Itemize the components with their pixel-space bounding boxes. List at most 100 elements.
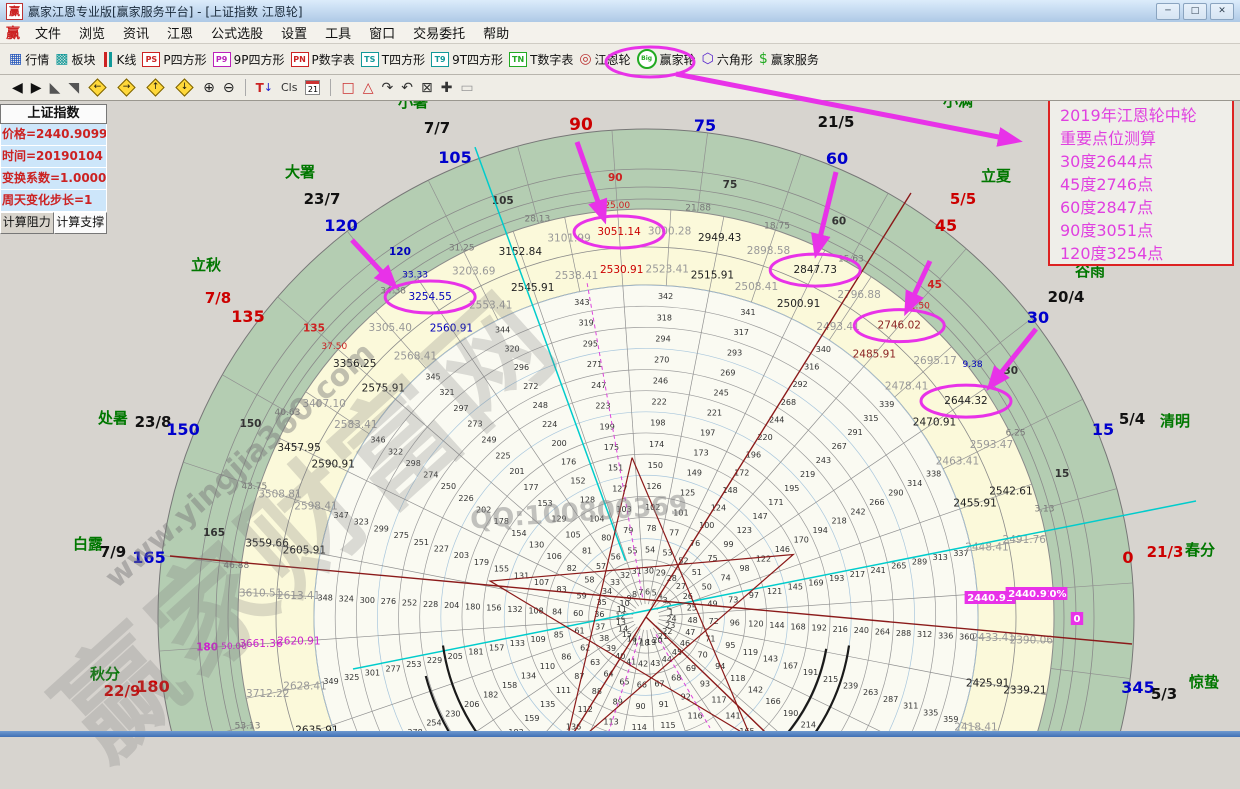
toolbar-winner-wheel-button[interactable]: Big赢家轮	[637, 47, 696, 71]
tool-rotate-cw-button[interactable]: ↷	[381, 78, 393, 98]
toolbar-9t-square-button[interactable]: T99T四方形	[431, 47, 503, 71]
spiral-number: 78	[646, 524, 656, 533]
toolbar-t-number-table-button[interactable]: TNT数字表	[509, 47, 573, 71]
menu-item-1[interactable]: 浏览	[70, 27, 114, 42]
shift-down-arrow: ↓	[179, 82, 190, 93]
spiral-number: 267	[832, 442, 847, 451]
spiral-number: 221	[707, 408, 722, 417]
minimize-button[interactable]: ─	[1156, 3, 1180, 20]
menu-item-4[interactable]: 公式选股	[202, 27, 272, 42]
degree-value: 120	[389, 246, 411, 258]
menu-item-2[interactable]: 资讯	[114, 27, 158, 42]
toolbar-winner-service-button[interactable]: $赢家服务	[759, 47, 819, 71]
tool-square-tool-button[interactable]: □	[341, 78, 354, 98]
spiral-number: 339	[879, 400, 894, 409]
spiral-number: 99	[723, 540, 733, 549]
price-inner-value: 2620.91	[277, 635, 320, 647]
spiral-number: 174	[649, 440, 664, 449]
winner-service-icon: $	[759, 51, 768, 67]
menu-item-0[interactable]: 文件	[26, 27, 70, 42]
spiral-number: 196	[746, 451, 761, 460]
sectors-label: 板块	[71, 51, 95, 68]
spiral-number: 58	[584, 576, 594, 585]
tool-shift-left-button[interactable]: ←	[87, 78, 108, 98]
price-outer-value: 3712.22	[246, 688, 289, 700]
toolbar-kline-button[interactable]: K线	[102, 47, 137, 71]
tool-shift-down-button[interactable]: ↓	[174, 78, 195, 98]
tool-shift-up-button[interactable]: ↑	[145, 78, 166, 98]
price-inner-value: 2545.91	[511, 282, 554, 294]
spiral-number: 68	[671, 674, 681, 683]
toolbar-quotes-button[interactable]: ▦行情	[9, 47, 49, 71]
tool-zoom-in-button[interactable]: ⊕	[203, 78, 215, 98]
toolbar-t-square-button[interactable]: TST四方形	[361, 47, 425, 71]
degree-value: 135	[303, 322, 325, 334]
9p-square-icon: P9	[213, 52, 231, 67]
tool-rotate-view-left-button[interactable]: ◣	[50, 78, 61, 98]
spiral-number: 294	[655, 334, 670, 343]
wheel-outer-label: 5/5	[950, 190, 976, 208]
wheel-outer-label: 7/7	[424, 119, 450, 137]
wheel-outer-label: 30	[1027, 308, 1049, 327]
current-price-chip-label: 0%	[1050, 589, 1067, 600]
price-outer-value: 2339.21	[1003, 685, 1046, 697]
price-inner-value: 2605.91	[283, 545, 326, 557]
close-button[interactable]: ✕	[1210, 3, 1234, 20]
calc-resistance-button[interactable]: 计算阻力	[0, 212, 54, 234]
tool-price-axis-button[interactable]: T↓	[256, 78, 273, 98]
price-axis-icon: T	[256, 81, 264, 95]
tool-zoom-out-button[interactable]: ⊖	[223, 78, 235, 98]
spiral-number: 24	[666, 615, 676, 624]
tool-page-prev-button[interactable]: ◀	[12, 78, 23, 98]
menu-item-3[interactable]: 江恩	[158, 27, 202, 42]
percent-value: 18.75	[764, 221, 790, 231]
tool-shift-right-button[interactable]: →	[116, 78, 137, 98]
t-square-label: T四方形	[382, 51, 425, 68]
maximize-button[interactable]: □	[1183, 3, 1207, 20]
toolbar-p-number-table-button[interactable]: PNP数字表	[291, 47, 355, 71]
tool-page-next-button[interactable]: ▶	[31, 78, 42, 98]
menu-item-5[interactable]: 设置	[272, 27, 316, 42]
shift-up-arrow: ↑	[150, 82, 161, 93]
menu-item-6[interactable]: 工具	[316, 27, 360, 42]
tool-cls-button[interactable]: Cls	[281, 78, 297, 98]
price-outer-value: 3407.10	[302, 398, 345, 410]
degree-value: 30	[1003, 365, 1018, 377]
spiral-number: 296	[514, 363, 529, 372]
menu-item-9[interactable]: 帮助	[474, 27, 518, 42]
price-outer-value: 3203.69	[452, 266, 495, 278]
shift-right-icon: →	[117, 78, 135, 96]
menu-item-7[interactable]: 窗口	[360, 27, 404, 42]
spiral-number: 118	[730, 674, 745, 683]
tool-center-cross-button[interactable]: ✚	[441, 78, 453, 98]
toolbar-p-square-button[interactable]: PSP四方形	[142, 47, 206, 71]
price-inner-value: 2433.41	[972, 632, 1015, 644]
percent-value: 6.25	[1006, 429, 1026, 439]
tool-select-box-button[interactable]: ⊠	[421, 78, 433, 98]
price-inner-value: 2560.91	[430, 322, 473, 334]
spiral-number: 80	[601, 533, 611, 542]
spiral-number: 105	[565, 531, 580, 540]
spiral-number: 314	[907, 479, 922, 488]
spiral-number: 225	[495, 451, 510, 460]
wheel-outer-label: 22/9	[104, 682, 141, 700]
price-inner-value: 2508.41	[735, 281, 778, 293]
spiral-number: 270	[654, 355, 669, 364]
annotation-line-1: 重要点位测算	[1060, 127, 1232, 150]
toolbar-sectors-button[interactable]: ▩板块	[55, 47, 95, 71]
toolbar-gann-wheel-button[interactable]: ◎江恩轮	[579, 47, 630, 71]
calc-support-button[interactable]: 计算支撑	[54, 212, 108, 234]
tool-triangle-tool-button[interactable]: △	[363, 78, 374, 98]
spiral-number: 266	[869, 498, 884, 507]
toolbar-9p-square-button[interactable]: P99P四方形	[213, 47, 285, 71]
toolbar-hexagon-button[interactable]: ⬡六角形	[702, 47, 753, 71]
percent-value: 43.75	[241, 482, 267, 492]
tool-calendar-button[interactable]: 21	[305, 78, 320, 98]
spiral-number: 177	[523, 483, 538, 492]
tool-screen-tool-button[interactable]: ▭	[460, 78, 473, 98]
tool-rotate-ccw-button[interactable]: ↶	[401, 78, 413, 98]
wheel-outer-label: 大署	[285, 163, 315, 181]
tool-rotate-view-right-button[interactable]: ◥	[68, 78, 79, 98]
menu-item-8[interactable]: 交易委托	[404, 27, 474, 42]
price-inner-value: 2538.41	[555, 270, 598, 282]
